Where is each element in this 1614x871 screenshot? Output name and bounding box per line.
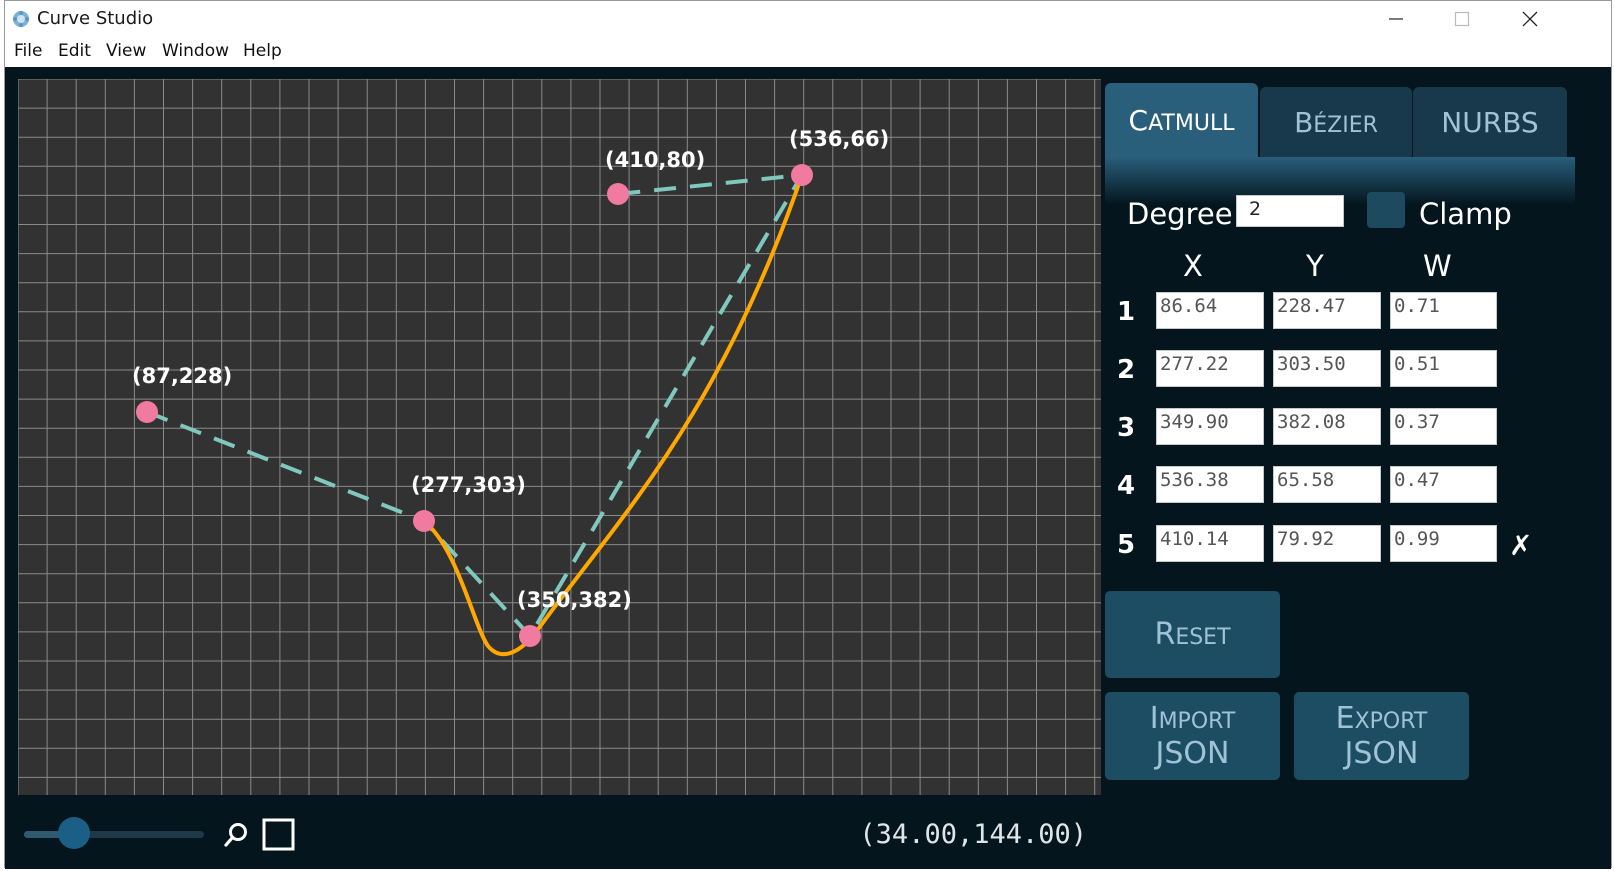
point-label: (410,80): [605, 148, 705, 172]
control-point[interactable]: [136, 401, 158, 423]
reset-button[interactable]: RESET: [1105, 591, 1280, 678]
import-button-label: IMPORT: [1149, 701, 1236, 736]
y-input[interactable]: 303.50: [1273, 350, 1381, 387]
canvas-toolbar: (34.00,144.00): [18, 795, 1101, 869]
cursor-coordinates: (34.00,144.00): [859, 819, 1087, 850]
close-icon: [1522, 11, 1538, 27]
y-input[interactable]: 65.58: [1273, 466, 1381, 503]
menu-file[interactable]: File: [14, 41, 42, 61]
export-json-button[interactable]: EXPORT JSON: [1294, 692, 1469, 780]
row-index: 4: [1117, 471, 1136, 501]
row-index: 2: [1117, 355, 1136, 385]
w-input[interactable]: 0.71: [1390, 292, 1497, 329]
export-button-label-line2: JSON: [1344, 736, 1419, 771]
point-label: (350,382): [517, 588, 632, 612]
delete-row-icon[interactable]: ✗: [1509, 529, 1532, 562]
menu-edit[interactable]: Edit: [58, 41, 91, 61]
menu-view[interactable]: View: [106, 41, 146, 61]
row-index: 5: [1117, 530, 1136, 560]
row-index: 1: [1117, 297, 1136, 327]
degree-input[interactable]: 2: [1236, 195, 1344, 227]
export-button-label: EXPORT: [1335, 701, 1428, 736]
clamp-label: Clamp: [1419, 197, 1512, 231]
clamp-checkbox[interactable]: [1367, 192, 1405, 228]
tab-catmull[interactable]: CATMULL: [1105, 83, 1258, 157]
window-title: Curve Studio: [37, 8, 154, 29]
w-input[interactable]: 0.47: [1390, 466, 1497, 503]
minimize-button[interactable]: [1363, 1, 1429, 37]
maximize-icon: [1454, 11, 1470, 27]
curve-canvas[interactable]: (87,228) (277,303) (350,382) (536,66) (4…: [18, 79, 1101, 795]
control-polygon: [146, 172, 806, 640]
control-point[interactable]: [791, 164, 813, 186]
zoom-slider-thumb[interactable]: [58, 817, 91, 849]
x-input[interactable]: 349.90: [1156, 408, 1264, 445]
maximize-button[interactable]: [1429, 1, 1495, 37]
column-header-x: X: [1183, 249, 1203, 283]
grid: [18, 79, 1101, 795]
column-header-w: W: [1423, 249, 1452, 283]
column-header-y: Y: [1306, 249, 1324, 283]
canvas-drawing[interactable]: (87,228) (277,303) (350,382) (536,66) (4…: [18, 79, 1101, 795]
x-input[interactable]: 410.14: [1156, 525, 1264, 562]
close-button[interactable]: [1497, 1, 1563, 37]
y-input[interactable]: 228.47: [1273, 292, 1381, 329]
app-window: Curve Studio File Edit View Window Help: [4, 0, 1612, 869]
control-point[interactable]: [519, 625, 541, 647]
w-input[interactable]: 0.51: [1390, 350, 1497, 387]
import-json-button[interactable]: IMPORT JSON: [1105, 692, 1280, 780]
reset-button-label: RESET: [1154, 617, 1231, 652]
menu-bar: File Edit View Window Help: [5, 37, 1611, 67]
w-input[interactable]: 0.37: [1390, 408, 1497, 445]
menu-help[interactable]: Help: [243, 41, 282, 61]
title-bar: Curve Studio: [5, 1, 1611, 37]
point-label: (536,66): [789, 127, 889, 151]
x-input[interactable]: 86.64: [1156, 292, 1264, 329]
tab-nurbs[interactable]: NURBS: [1413, 87, 1567, 157]
y-input[interactable]: 382.08: [1273, 408, 1381, 445]
minimize-icon: [1389, 18, 1403, 20]
zoom-slider[interactable]: [24, 831, 204, 838]
import-button-label-line2: JSON: [1155, 736, 1230, 771]
menu-window[interactable]: Window: [162, 41, 229, 61]
x-input[interactable]: 536.38: [1156, 466, 1264, 503]
point-label: (87,228): [132, 364, 232, 388]
tab-label: BÉZIER: [1294, 105, 1378, 139]
gear-flower-icon: [13, 11, 29, 27]
tab-bezier[interactable]: BÉZIER: [1260, 87, 1412, 157]
x-input[interactable]: 277.22: [1156, 350, 1264, 387]
point-label: (277,303): [411, 473, 526, 497]
zoom-icon[interactable]: [222, 821, 250, 849]
y-input[interactable]: 79.92: [1273, 525, 1381, 562]
degree-label: Degree: [1127, 197, 1233, 231]
tab-label: CATMULL: [1128, 103, 1235, 137]
app-area: (87,228) (277,303) (350,382) (536,66) (4…: [5, 67, 1611, 869]
row-index: 3: [1117, 413, 1136, 443]
control-point[interactable]: [607, 183, 629, 205]
tab-label: NURBS: [1441, 105, 1539, 139]
fit-square-icon[interactable]: [262, 818, 296, 852]
settings-panel: CATMULL BÉZIER NURBS Degree 2 Clamp X Y …: [1105, 79, 1605, 869]
control-point[interactable]: [413, 510, 435, 532]
w-input[interactable]: 0.99: [1390, 525, 1497, 562]
